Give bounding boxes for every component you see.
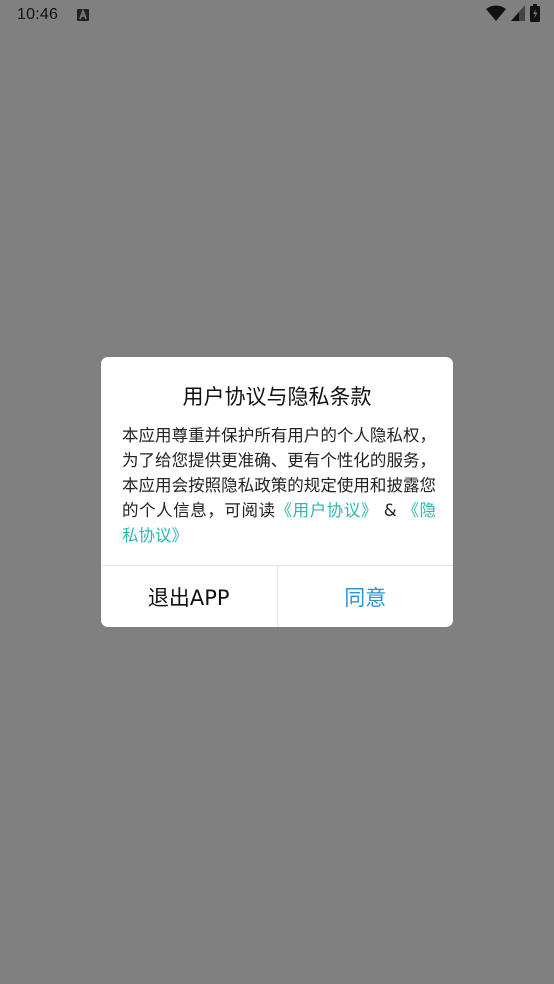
ampersand-text: &	[377, 501, 403, 520]
status-time: 10:46	[17, 6, 59, 23]
battery-icon	[530, 4, 540, 26]
dialog-buttons: 退出APP 同意	[101, 565, 453, 627]
dialog-body: 本应用尊重并保护所有用户的个人隐私权，为了给您提供更准确、更有个性化的服务，本应…	[122, 423, 436, 548]
status-icons	[486, 4, 540, 26]
android-notification-icon	[77, 9, 89, 21]
user-agreement-link[interactable]: 《用户协议》	[276, 501, 378, 520]
dialog-title: 用户协议与隐私条款	[182, 385, 372, 409]
privacy-dialog: 用户协议与隐私条款 本应用尊重并保护所有用户的个人隐私权，为了给您提供更准确、更…	[101, 357, 453, 627]
agree-button[interactable]: 同意	[278, 566, 454, 627]
status-bar: 10:46	[0, 0, 554, 30]
signal-icon	[511, 5, 525, 25]
wifi-icon	[486, 5, 506, 25]
exit-app-button[interactable]: 退出APP	[101, 566, 278, 627]
